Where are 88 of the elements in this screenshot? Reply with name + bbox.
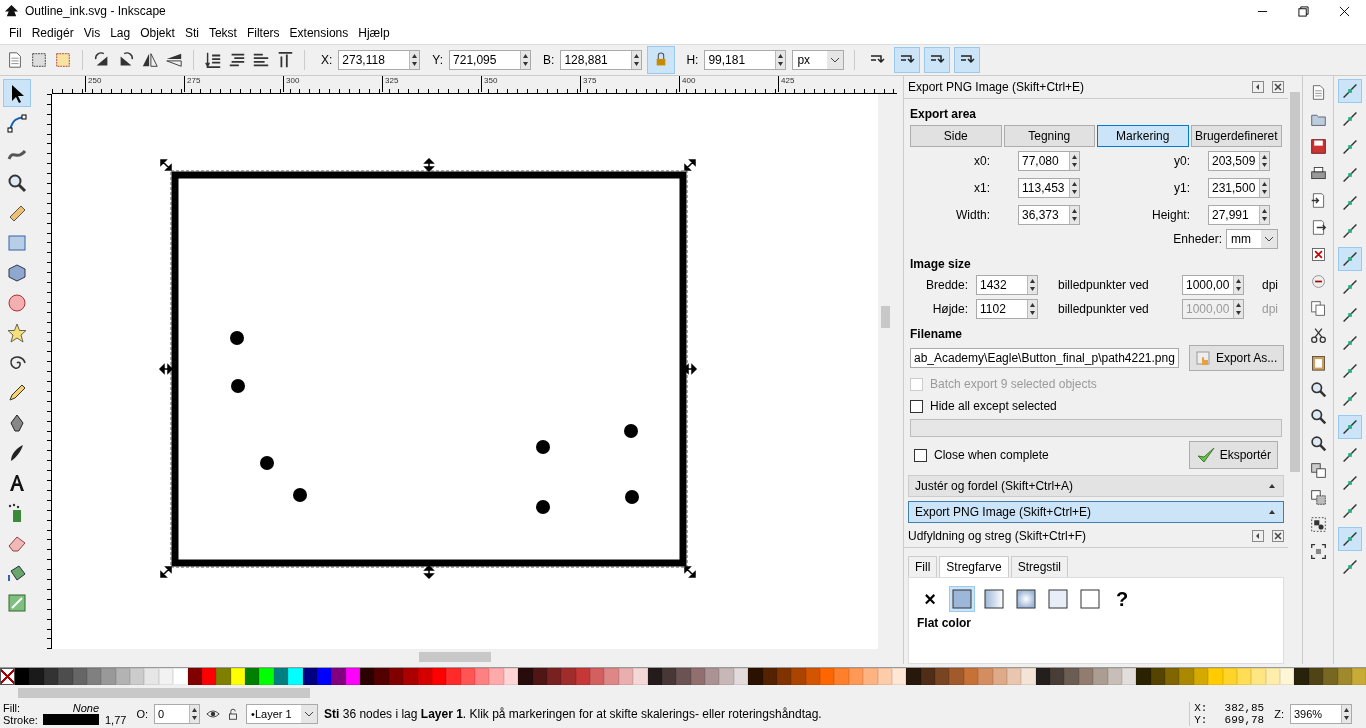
unit-dropdown[interactable]: px (792, 50, 845, 70)
menu-item[interactable]: Fil (4, 24, 27, 42)
menu-item[interactable]: Tekst (203, 24, 242, 42)
field-label: billedpunkter ved (1058, 302, 1150, 316)
dpi-field: 1000,00 (1182, 299, 1244, 319)
dock-tab[interactable]: Justér og fordel (Skift+Ctrl+A) (908, 475, 1284, 497)
status-message: Sti 36 nodes i lag Layer 1. Klik på markeringen for at skifte skalerings- eller roteringshåndtag. (324, 707, 823, 721)
field-label: B: (543, 53, 555, 67)
unset-paint-button[interactable]: ? (1109, 586, 1135, 612)
opacity-field[interactable]: 0 (154, 704, 201, 724)
ruler-label: 375 (580, 76, 597, 92)
unit-label: dpi (1262, 302, 1278, 316)
dpi-field[interactable]: 1000,00 (1182, 275, 1244, 295)
checkbox-label: Close when complete (934, 448, 1049, 462)
menu-item[interactable]: Sti (179, 24, 204, 42)
cursor-x: 382,85 (1223, 702, 1265, 714)
number-field[interactable]: 36,373 (1018, 205, 1080, 225)
cursor-y: 699,78 (1223, 714, 1265, 726)
ruler-label: 400 (679, 76, 696, 92)
menu-item[interactable]: Extensions (284, 24, 354, 42)
field-label: y0: (1173, 154, 1191, 168)
ruler-label: 350 (481, 76, 498, 92)
number-field[interactable]: 273,118 (338, 50, 421, 70)
export-button[interactable]: Eksportér (1188, 441, 1278, 469)
stroke-width: 1,77 (105, 714, 127, 726)
field-label: Width: (955, 208, 991, 222)
field-label: X: (321, 53, 333, 67)
field-label: x1: (973, 181, 991, 195)
stroke-label: Stroke: (3, 714, 39, 726)
export-area-toggle[interactable]: Side (910, 125, 1002, 147)
number-field[interactable]: 27,991 (1208, 205, 1270, 225)
zoom-field[interactable]: 396% (1290, 704, 1352, 724)
ruler-label: 275 (184, 76, 201, 92)
layer-dropdown[interactable]: •Layer 1 (246, 704, 319, 724)
unit-dropdown[interactable]: mm (1226, 229, 1278, 249)
ruler-label: 300 (283, 76, 300, 92)
export-as-button[interactable]: Export As... (1188, 345, 1285, 371)
menu-item[interactable]: Redigér (26, 24, 79, 42)
checkbox-label: Hide all except selected (930, 399, 1057, 413)
section-heading: Flat color (917, 616, 972, 630)
number-field[interactable]: 203,509 (1208, 151, 1270, 171)
field-label: Height: (1150, 208, 1191, 222)
field-label: Højde: (931, 302, 968, 316)
tab[interactable]: Stregstil (1010, 556, 1069, 577)
unit-label: dpi (1262, 278, 1278, 292)
none-paint-button[interactable]: × (917, 586, 943, 612)
section-heading: Export area (910, 107, 978, 121)
menu-item[interactable]: Lag (105, 24, 136, 42)
section-heading: Filename (910, 327, 964, 341)
checkbox-label: Batch export 9 selected objects (930, 377, 1097, 391)
panel-title: Udfyldning og streg (Skift+Ctrl+F) (908, 529, 1088, 543)
fill-value: None (71, 702, 99, 714)
filename-field[interactable]: ab_Academy\Eagle\Button_final_p\path4221.png (910, 348, 1179, 368)
tab[interactable]: Stregfarve (939, 556, 1009, 577)
tab[interactable]: Fill (908, 556, 938, 577)
section-heading: Image size (910, 257, 972, 271)
ruler-label: 325 (382, 76, 399, 92)
opacity-label: O: (136, 708, 149, 720)
export-area-toggle[interactable]: Brugerdefineret (1190, 125, 1282, 147)
window-title: Outline_ink.svg - Inkscape (25, 4, 167, 18)
panel-title: Export PNG Image (Skift+Ctrl+E) (908, 80, 1086, 94)
field-label: H: (686, 53, 699, 67)
field-label: x0: (973, 154, 991, 168)
ruler-label: 250 (85, 76, 102, 92)
field-label: Y: (432, 53, 444, 67)
number-field[interactable]: 128,881 (560, 50, 643, 70)
cursor-x-label: X: (1194, 702, 1209, 714)
dock-tab[interactable]: Export PNG Image (Skift+Ctrl+E) (908, 501, 1284, 523)
number-field[interactable]: 721,095 (449, 50, 532, 70)
export-area-toggle[interactable]: Markering (1097, 125, 1189, 147)
number-field[interactable]: 231,500 (1208, 178, 1270, 198)
field-label: Bredde: (924, 278, 968, 292)
menu-item[interactable]: Vis (78, 24, 106, 42)
ruler-label: 425 (778, 76, 795, 92)
field-label: billedpunkter ved (1058, 278, 1150, 292)
field-label: Enheder: (1173, 232, 1222, 246)
export-area-toggle[interactable]: Tegning (1003, 125, 1095, 147)
fill-label: Fill: (3, 702, 22, 714)
number-field[interactable]: 99,181 (704, 50, 787, 70)
zoom-label: Z: (1274, 708, 1284, 720)
number-field[interactable]: 77,080 (1018, 151, 1080, 171)
cursor-y-label: Y: (1194, 714, 1209, 726)
number-field[interactable]: 113,453 (1018, 178, 1080, 198)
field-label: y1: (1173, 181, 1191, 195)
menu-item[interactable]: Hjælp (353, 24, 395, 42)
menu-item[interactable]: Filters (241, 24, 285, 42)
menu-item[interactable]: Objekt (135, 24, 180, 42)
number-field[interactable]: 1432 (976, 275, 1038, 295)
